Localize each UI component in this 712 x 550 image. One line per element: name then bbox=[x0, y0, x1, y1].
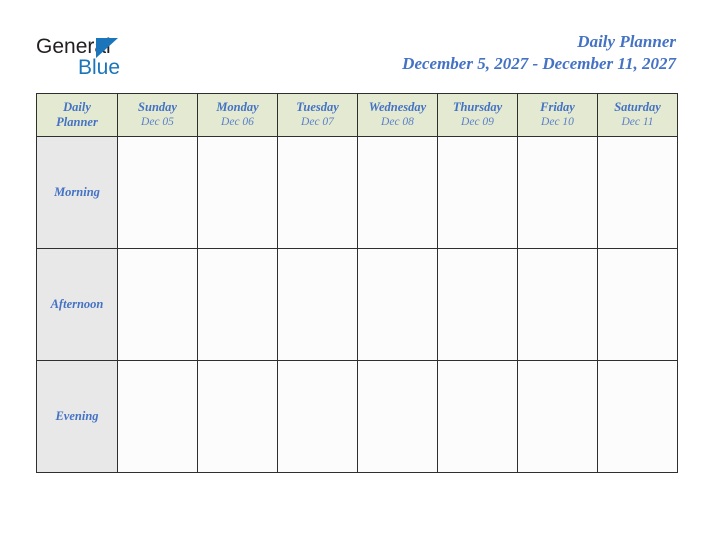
day-header-saturday: Saturday Dec 11 bbox=[597, 93, 678, 137]
slot-evening-monday[interactable] bbox=[197, 360, 278, 473]
row-label-evening: Evening bbox=[36, 360, 118, 473]
header-row: Daily Planner Sunday Dec 05 Monday Dec 0… bbox=[36, 93, 678, 137]
slot-morning-thursday[interactable] bbox=[437, 136, 518, 249]
slot-evening-tuesday[interactable] bbox=[277, 360, 358, 473]
day-header-monday: Monday Dec 06 bbox=[197, 93, 278, 137]
corner-label-line-2: Planner bbox=[56, 115, 98, 129]
slot-evening-wednesday[interactable] bbox=[357, 360, 438, 473]
slot-evening-friday[interactable] bbox=[517, 360, 598, 473]
corner-label-line-1: Daily bbox=[63, 100, 91, 114]
planner-table-body: Morning Afternoon Evening bbox=[36, 136, 678, 473]
day-name: Wednesday bbox=[368, 100, 427, 114]
day-date: Dec 07 bbox=[301, 116, 334, 128]
table-row: Evening bbox=[36, 360, 678, 473]
day-date: Dec 09 bbox=[461, 116, 494, 128]
date-range-subtitle: December 5, 2027 - December 11, 2027 bbox=[402, 54, 676, 73]
slot-afternoon-tuesday[interactable] bbox=[277, 248, 358, 361]
day-date: Dec 06 bbox=[221, 116, 254, 128]
planner-container: Daily Planner Sunday Dec 05 Monday Dec 0… bbox=[36, 93, 678, 473]
slot-evening-saturday[interactable] bbox=[597, 360, 678, 473]
day-name: Monday bbox=[216, 100, 259, 114]
slot-afternoon-monday[interactable] bbox=[197, 248, 278, 361]
slot-evening-thursday[interactable] bbox=[437, 360, 518, 473]
planner-table-head: Daily Planner Sunday Dec 05 Monday Dec 0… bbox=[36, 93, 678, 137]
slot-afternoon-wednesday[interactable] bbox=[357, 248, 438, 361]
logo-text-blue: Blue bbox=[78, 56, 121, 79]
day-name: Saturday bbox=[614, 100, 661, 114]
day-header-wednesday: Wednesday Dec 08 bbox=[357, 93, 438, 137]
slot-morning-friday[interactable] bbox=[517, 136, 598, 249]
slot-morning-saturday[interactable] bbox=[597, 136, 678, 249]
row-label-text: Morning bbox=[54, 185, 100, 199]
slot-morning-tuesday[interactable] bbox=[277, 136, 358, 249]
page-header: General Blue Daily Planner December 5, 2… bbox=[0, 0, 712, 90]
slot-afternoon-thursday[interactable] bbox=[437, 248, 518, 361]
slot-afternoon-saturday[interactable] bbox=[597, 248, 678, 361]
slot-afternoon-sunday[interactable] bbox=[117, 248, 198, 361]
slot-afternoon-friday[interactable] bbox=[517, 248, 598, 361]
corner-header-cell: Daily Planner bbox=[36, 93, 118, 137]
logo-triangle-icon bbox=[96, 38, 118, 58]
day-date: Dec 05 bbox=[141, 116, 174, 128]
table-row: Morning bbox=[36, 136, 678, 249]
day-header-tuesday: Tuesday Dec 07 bbox=[277, 93, 358, 137]
row-label-text: Evening bbox=[55, 409, 99, 423]
title-block: Daily Planner December 5, 2027 - Decembe… bbox=[402, 32, 676, 74]
slot-morning-sunday[interactable] bbox=[117, 136, 198, 249]
day-date: Dec 10 bbox=[541, 116, 574, 128]
slot-morning-monday[interactable] bbox=[197, 136, 278, 249]
slot-evening-sunday[interactable] bbox=[117, 360, 198, 473]
row-label-afternoon: Afternoon bbox=[36, 248, 118, 361]
slot-morning-wednesday[interactable] bbox=[357, 136, 438, 249]
table-row: Afternoon bbox=[36, 248, 678, 361]
day-name: Sunday bbox=[138, 100, 177, 114]
day-date: Dec 11 bbox=[621, 116, 654, 128]
general-blue-logo: General Blue bbox=[36, 36, 236, 84]
row-label-text: Afternoon bbox=[50, 297, 104, 311]
day-date: Dec 08 bbox=[381, 116, 414, 128]
day-header-friday: Friday Dec 10 bbox=[517, 93, 598, 137]
row-label-morning: Morning bbox=[36, 136, 118, 249]
day-header-sunday: Sunday Dec 05 bbox=[117, 93, 198, 137]
day-name: Tuesday bbox=[296, 100, 339, 114]
day-name: Thursday bbox=[452, 100, 503, 114]
daily-planner-table: Daily Planner Sunday Dec 05 Monday Dec 0… bbox=[36, 93, 678, 473]
day-header-thursday: Thursday Dec 09 bbox=[437, 93, 518, 137]
page-title: Daily Planner bbox=[577, 32, 676, 51]
day-name: Friday bbox=[540, 100, 575, 114]
